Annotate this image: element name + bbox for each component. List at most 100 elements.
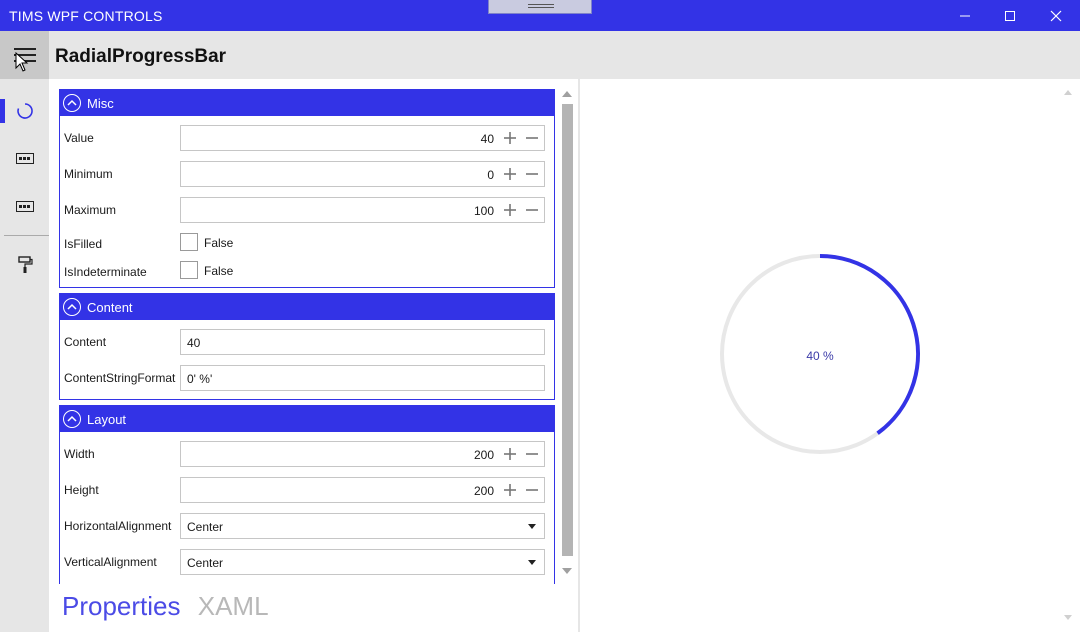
title-bar[interactable]: TIMS WPF CONTROLS — [0, 0, 1080, 31]
value-label: Value — [64, 131, 94, 145]
isfilled-value: False — [204, 236, 234, 250]
preview-pane: 40 % — [582, 79, 1080, 632]
height-value: 200 — [473, 484, 494, 498]
view-tabs: Properties XAML — [62, 591, 279, 622]
page-header: RadialProgressBar — [0, 31, 1080, 79]
minimum-row: Minimum 0 — [64, 161, 550, 187]
maximum-input[interactable]: 100 — [180, 197, 545, 223]
minimum-value: 0 — [487, 168, 494, 182]
value-input[interactable]: 40 — [180, 125, 545, 151]
nav-divider — [4, 235, 49, 236]
minus-icon[interactable] — [524, 166, 540, 182]
preview-scroll-down-icon[interactable] — [1064, 615, 1072, 620]
minus-icon[interactable] — [524, 482, 540, 498]
progress-arc — [819, 254, 920, 435]
content-section-header[interactable]: Content — [60, 294, 554, 320]
width-row: Width 200 — [64, 441, 550, 467]
textbox-icon — [15, 201, 34, 212]
valign-value: Center — [187, 556, 224, 570]
content-input[interactable]: 40 — [180, 329, 545, 355]
plus-icon[interactable] — [502, 482, 518, 498]
content-row: Content 40 — [64, 329, 550, 355]
chevron-up-icon — [63, 410, 81, 428]
plus-icon[interactable] — [502, 130, 518, 146]
isfilled-label: IsFilled — [64, 237, 103, 251]
misc-section-header[interactable]: Misc — [60, 90, 554, 116]
height-row: Height 200 — [64, 477, 550, 503]
plus-icon[interactable] — [502, 446, 518, 462]
valign-select[interactable]: Center — [180, 549, 545, 575]
isfilled-checkbox[interactable] — [180, 233, 198, 251]
scroll-thumb[interactable] — [562, 104, 573, 556]
minimum-label: Minimum — [64, 167, 113, 181]
value-value: 40 — [480, 132, 494, 146]
format-value: 0' %' — [187, 372, 213, 386]
nav-item-textbox-1[interactable] — [0, 139, 49, 179]
content-value: 40 — [187, 336, 201, 350]
tab-xaml[interactable]: XAML — [198, 591, 269, 622]
width-value: 200 — [473, 448, 494, 462]
preview-scroll-up-icon[interactable] — [1064, 90, 1072, 95]
height-input[interactable]: 200 — [180, 477, 545, 503]
isindeterminate-row: IsIndeterminate False — [64, 259, 550, 285]
valign-label: VerticalAlignment — [64, 555, 157, 569]
chevron-down-icon — [528, 524, 536, 529]
halign-label: HorizontalAlignment — [64, 519, 172, 533]
width-label: Width — [64, 447, 95, 461]
content-section: Content Content 40 ContentStringFormat 0… — [59, 293, 555, 400]
format-input[interactable]: 0' %' — [180, 365, 545, 391]
plus-icon[interactable] — [502, 166, 518, 182]
content-section-title: Content — [87, 299, 133, 315]
minimize-button[interactable] — [942, 0, 988, 31]
isindeterminate-label: IsIndeterminate — [64, 265, 147, 279]
isindeterminate-checkbox[interactable] — [180, 261, 198, 279]
halign-value: Center — [187, 520, 224, 534]
properties-panel: Misc Value 40 Minimum 0 Maximum 100 IsFi… — [49, 79, 580, 632]
minus-icon[interactable] — [524, 202, 540, 218]
minimize-icon — [960, 15, 970, 16]
isindeterminate-value: False — [204, 264, 234, 278]
properties-scrollbar[interactable] — [559, 91, 575, 579]
nav-item-styles[interactable] — [0, 245, 49, 285]
layout-section-header[interactable]: Layout — [60, 406, 554, 432]
chevron-down-icon — [528, 560, 536, 565]
minus-icon[interactable] — [524, 446, 540, 462]
maximize-icon — [1005, 10, 1015, 21]
paint-roller-icon — [17, 256, 33, 273]
halign-select[interactable]: Center — [180, 513, 545, 539]
page-title: RadialProgressBar — [55, 46, 227, 67]
height-label: Height — [64, 483, 99, 497]
nav-item-radial-progress[interactable] — [0, 91, 49, 131]
textbox-icon — [15, 153, 34, 164]
width-input[interactable]: 200 — [180, 441, 545, 467]
scroll-down-arrow-icon[interactable] — [562, 568, 572, 574]
app-title: TIMS WPF CONTROLS — [9, 8, 163, 24]
chevron-up-icon — [63, 298, 81, 316]
misc-section: Misc Value 40 Minimum 0 Maximum 100 IsFi… — [59, 89, 555, 288]
close-button[interactable] — [1033, 0, 1079, 31]
tab-properties[interactable]: Properties — [62, 591, 181, 622]
minimum-input[interactable]: 0 — [180, 161, 545, 187]
close-icon — [1050, 10, 1062, 21]
scroll-up-arrow-icon[interactable] — [562, 91, 572, 97]
chevron-up-icon — [63, 94, 81, 112]
isfilled-row: IsFilled False — [64, 231, 550, 257]
maximum-label: Maximum — [64, 203, 117, 217]
maximum-value: 100 — [473, 204, 494, 218]
side-nav — [0, 79, 49, 632]
format-label: ContentStringFormat — [64, 371, 176, 385]
maximize-button[interactable] — [987, 0, 1033, 31]
layout-section-title: Layout — [87, 411, 127, 427]
circle-progress-icon — [16, 103, 33, 119]
halign-row: HorizontalAlignment Center — [64, 513, 550, 539]
value-row: Value 40 — [64, 125, 550, 151]
misc-section-title: Misc — [87, 95, 114, 111]
nav-item-textbox-2[interactable] — [0, 187, 49, 227]
plus-icon[interactable] — [502, 202, 518, 218]
mouse-cursor-icon — [15, 52, 29, 72]
maximum-row: Maximum 100 — [64, 197, 550, 223]
content-label: Content — [64, 335, 107, 349]
drag-grip[interactable] — [488, 0, 592, 14]
minus-icon[interactable] — [524, 130, 540, 146]
layout-section: Layout Width 200 Height 200 HorizontalAl… — [59, 405, 555, 584]
